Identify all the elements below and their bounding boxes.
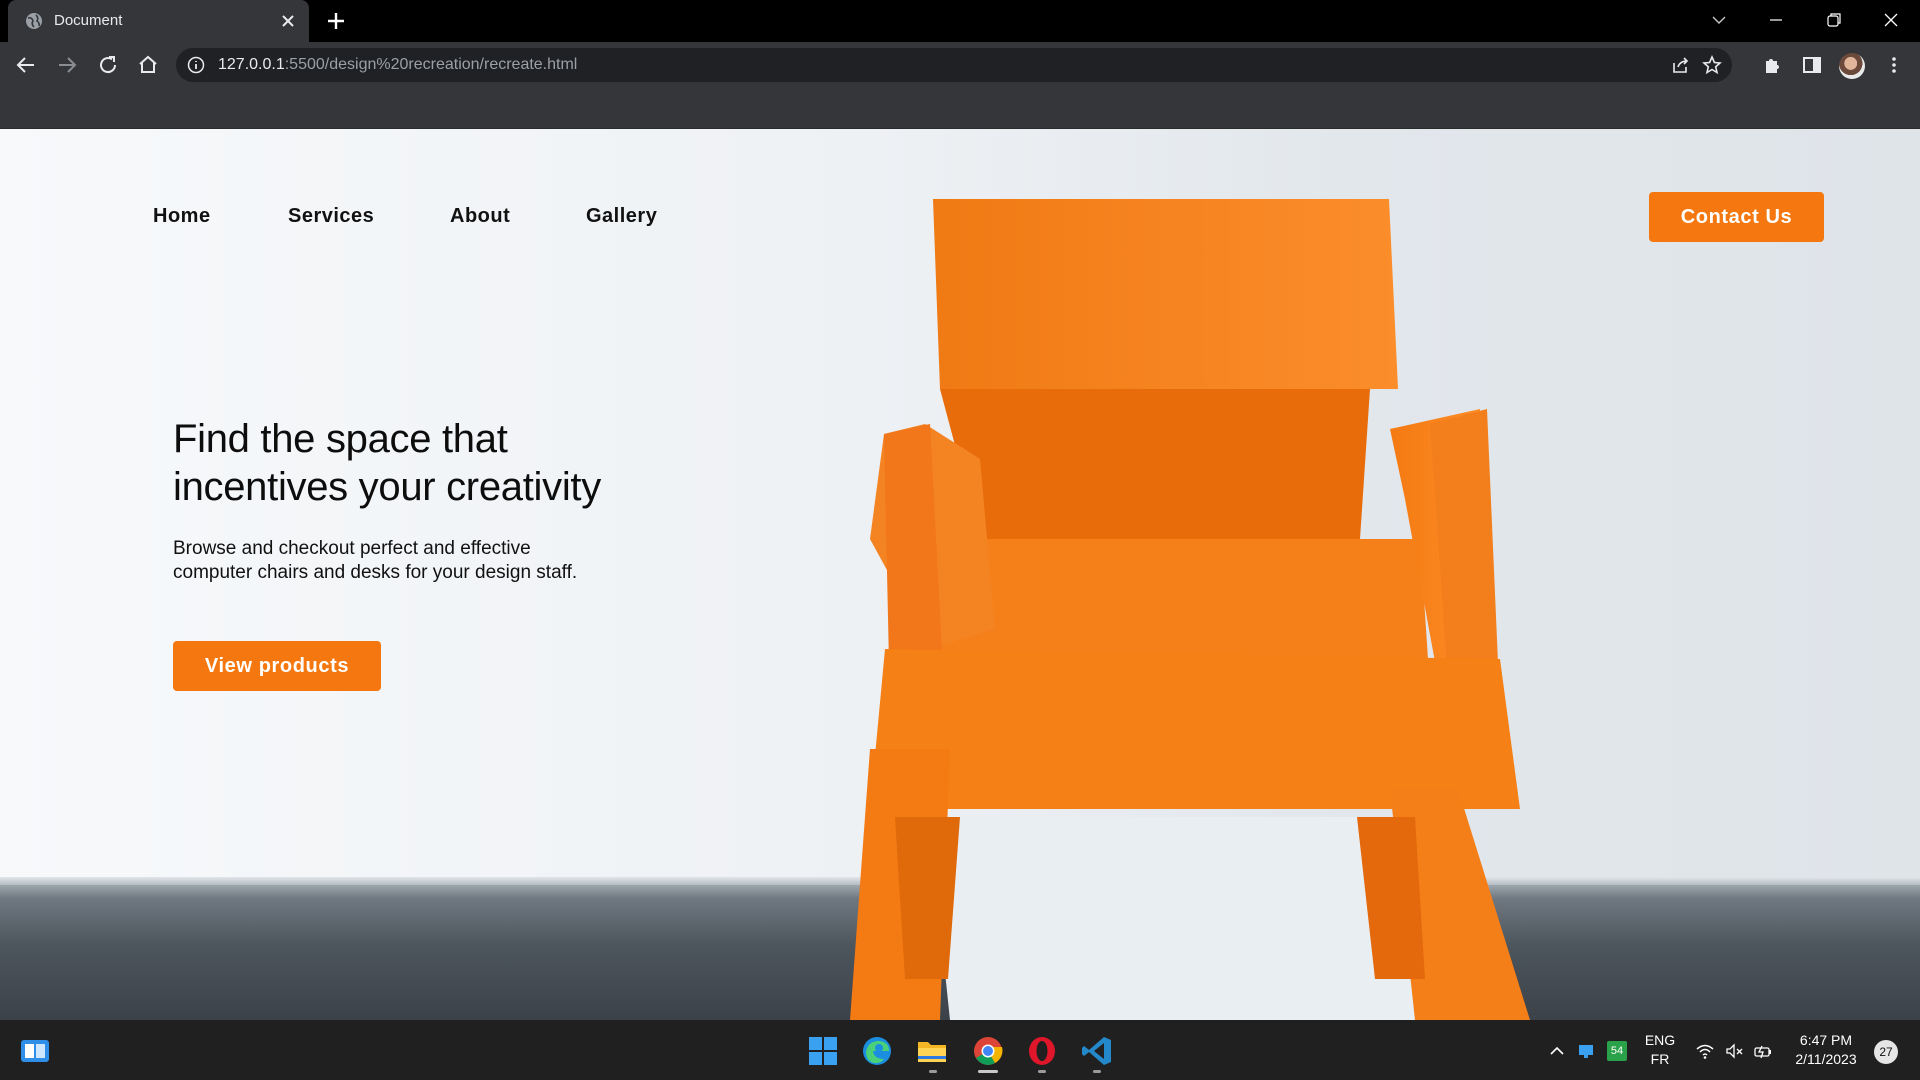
widgets-icon[interactable] xyxy=(18,1034,52,1068)
url-host: 127.0.0.1 xyxy=(218,56,285,73)
close-tab-icon[interactable] xyxy=(280,13,296,29)
input-language-primary: ENG xyxy=(1644,1032,1676,1048)
monitor-app-icon[interactable] xyxy=(1576,1041,1596,1061)
clock-time: 6:47 PM xyxy=(1799,1032,1853,1048)
site-info-icon[interactable] xyxy=(187,56,205,74)
home-icon[interactable] xyxy=(136,53,160,77)
nav-gallery[interactable]: Gallery xyxy=(586,205,657,228)
close-window-icon[interactable] xyxy=(1880,9,1902,31)
restore-icon[interactable] xyxy=(1823,9,1845,31)
hero-title-line-1: Find the space that xyxy=(173,417,508,461)
edge-icon[interactable] xyxy=(860,1034,894,1068)
extensions-icon[interactable] xyxy=(1760,53,1784,77)
file-explorer-running-indicator xyxy=(929,1070,937,1073)
new-tab-icon[interactable] xyxy=(326,11,346,31)
profile-avatar[interactable] xyxy=(1839,53,1865,79)
wifi-icon[interactable] xyxy=(1695,1041,1715,1061)
nav-about[interactable]: About xyxy=(450,205,510,228)
url-text[interactable]: 127.0.0.1:5500/design%20recreation/recre… xyxy=(218,56,577,74)
windows-taskbar: 54 ENG FR 6:47 PM 2/11/2023 27 xyxy=(0,1020,1920,1080)
bookmark-star-icon[interactable] xyxy=(1701,54,1723,76)
contact-us-button[interactable]: Contact Us xyxy=(1649,192,1824,242)
reload-icon[interactable] xyxy=(96,53,120,77)
bookmarks-bar xyxy=(0,87,1920,129)
browser-tab[interactable]: Document xyxy=(8,0,309,42)
url-path: :5500/design%20recreation/recreate.html xyxy=(284,56,578,73)
address-bar[interactable]: 127.0.0.1:5500/design%20recreation/recre… xyxy=(176,48,1732,82)
globe-icon xyxy=(26,13,42,29)
chrome-active-indicator xyxy=(978,1070,998,1073)
battery-charging-icon[interactable] xyxy=(1753,1041,1773,1061)
side-panel-icon[interactable] xyxy=(1800,53,1824,77)
vscode-running-indicator xyxy=(1093,1070,1101,1073)
browser-toolbar: 127.0.0.1:5500/design%20recreation/recre… xyxy=(0,42,1920,87)
view-products-button[interactable]: View products xyxy=(173,641,381,691)
clock-date: 2/11/2023 xyxy=(1795,1051,1857,1067)
file-explorer-icon[interactable] xyxy=(915,1034,949,1068)
back-icon[interactable] xyxy=(14,53,38,77)
input-language[interactable]: ENG FR xyxy=(1640,1031,1680,1069)
chevron-up-icon[interactable] xyxy=(1547,1041,1567,1061)
tab-search-icon[interactable] xyxy=(1708,9,1730,31)
minimize-icon[interactable] xyxy=(1765,9,1787,31)
hero-title: Find the space that incentives your crea… xyxy=(173,415,693,511)
opera-icon[interactable] xyxy=(1025,1034,1059,1068)
notification-count-badge[interactable]: 27 xyxy=(1874,1040,1898,1064)
page-viewport: Home Services About Gallery Contact Us F… xyxy=(0,129,1920,1020)
hero-title-line-2: incentives your creativity xyxy=(173,465,601,509)
input-language-secondary: FR xyxy=(1650,1051,1670,1067)
windows-start-icon[interactable] xyxy=(806,1034,840,1068)
nav-home[interactable]: Home xyxy=(153,205,211,228)
hero-subtitle: Browse and checkout perfect and effectiv… xyxy=(173,538,578,583)
nav-services[interactable]: Services xyxy=(288,205,374,228)
chrome-icon[interactable] xyxy=(971,1034,1005,1068)
menu-kebab-icon[interactable] xyxy=(1882,53,1906,77)
forward-icon[interactable] xyxy=(55,53,79,77)
opera-running-indicator xyxy=(1038,1070,1046,1073)
volume-muted-icon[interactable] xyxy=(1724,1041,1744,1061)
orange-chair-image xyxy=(850,199,1530,1020)
tray-badge-app[interactable]: 54 xyxy=(1607,1041,1627,1061)
vscode-icon[interactable] xyxy=(1080,1034,1114,1068)
tab-title: Document xyxy=(54,12,123,29)
share-icon[interactable] xyxy=(1670,54,1692,76)
clock[interactable]: 6:47 PM 2/11/2023 xyxy=(1786,1031,1866,1069)
browser-tabstrip: Document xyxy=(0,0,1920,42)
